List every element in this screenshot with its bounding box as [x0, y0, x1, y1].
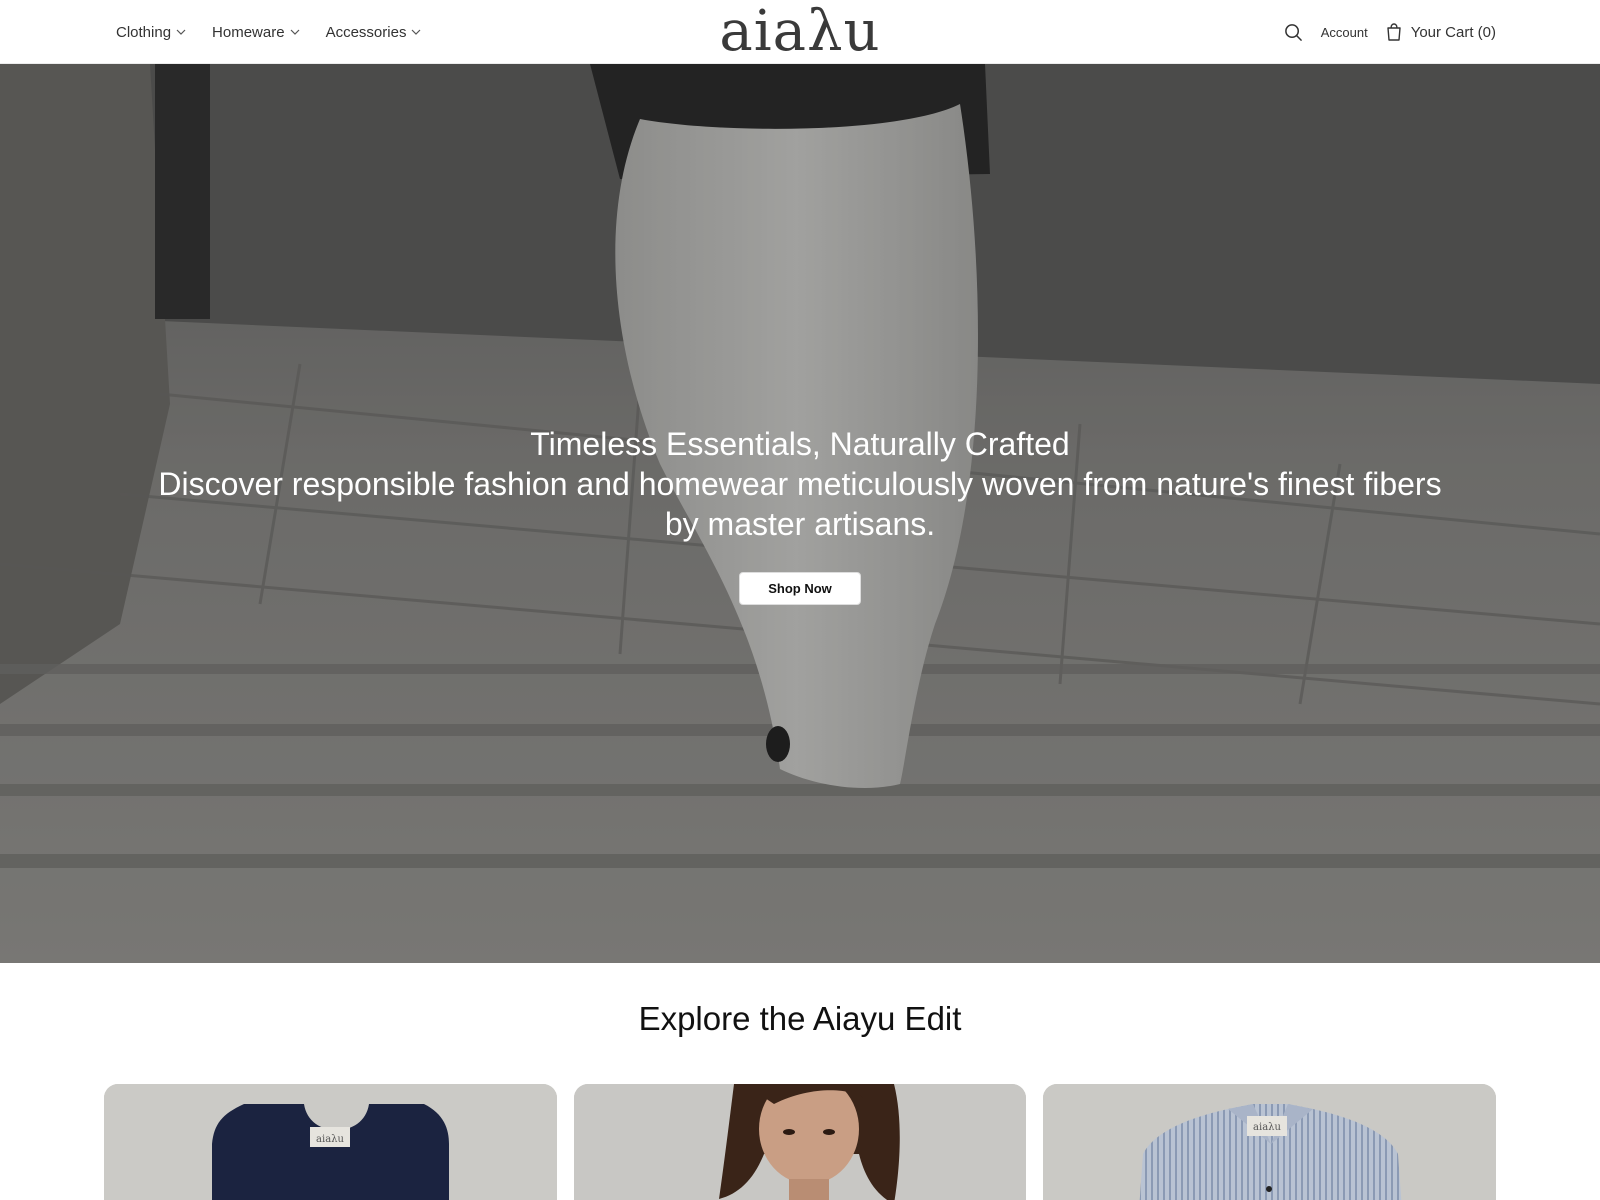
- site-header: Clothing Homeware Accessories aiaλu Acco…: [0, 0, 1600, 64]
- product-card[interactable]: aiaλu: [1043, 1084, 1497, 1200]
- nav-clothing-label: Clothing: [116, 23, 172, 41]
- account-link[interactable]: Account: [1321, 25, 1368, 40]
- knit-vest-image: aiaλu: [104, 1084, 557, 1200]
- chevron-down-icon: [412, 29, 421, 35]
- model-portrait-image: [573, 1084, 1027, 1200]
- striped-shirt-image: aiaλu: [1043, 1084, 1497, 1200]
- nav-clothing[interactable]: Clothing: [116, 24, 186, 41]
- hero-subtitle: Discover responsible fashion and homewea…: [158, 466, 1442, 542]
- hero-title: Timeless Essentials, Naturally Crafted: [530, 426, 1070, 462]
- section-title: Explore the Aiayu Edit: [638, 1000, 962, 1037]
- chevron-down-icon: [176, 29, 186, 35]
- site-logo[interactable]: aiaλu: [719, 0, 880, 64]
- shopping-bag-icon: [1386, 23, 1401, 41]
- main-nav: Clothing Homeware Accessories: [116, 0, 421, 64]
- card-tag-text: aiaλu: [316, 1134, 344, 1145]
- nav-homeware-label: Homeware: [212, 23, 285, 41]
- chevron-down-icon: [290, 29, 300, 35]
- nav-accessories-label: Accessories: [325, 23, 407, 41]
- product-card[interactable]: [573, 1084, 1027, 1200]
- hero-content: Timeless Essentials, Naturally Crafted D…: [0, 424, 1600, 605]
- product-card-grid: aiaλu aiaλu: [104, 1084, 1497, 1200]
- product-card[interactable]: aiaλu: [104, 1084, 557, 1200]
- search-icon[interactable]: [1284, 23, 1303, 42]
- header-actions: Account Your Cart (0): [1284, 0, 1496, 64]
- cart-label: Your Cart (0): [1410, 23, 1496, 41]
- nav-accessories[interactable]: Accessories: [326, 24, 422, 41]
- cart-button[interactable]: Your Cart (0): [1386, 23, 1496, 41]
- card-tag-text: aiaλu: [1253, 1122, 1281, 1133]
- hero-banner: Timeless Essentials, Naturally Crafted D…: [0, 64, 1600, 963]
- nav-homeware[interactable]: Homeware: [212, 24, 300, 41]
- shop-now-button[interactable]: Shop Now: [739, 572, 861, 605]
